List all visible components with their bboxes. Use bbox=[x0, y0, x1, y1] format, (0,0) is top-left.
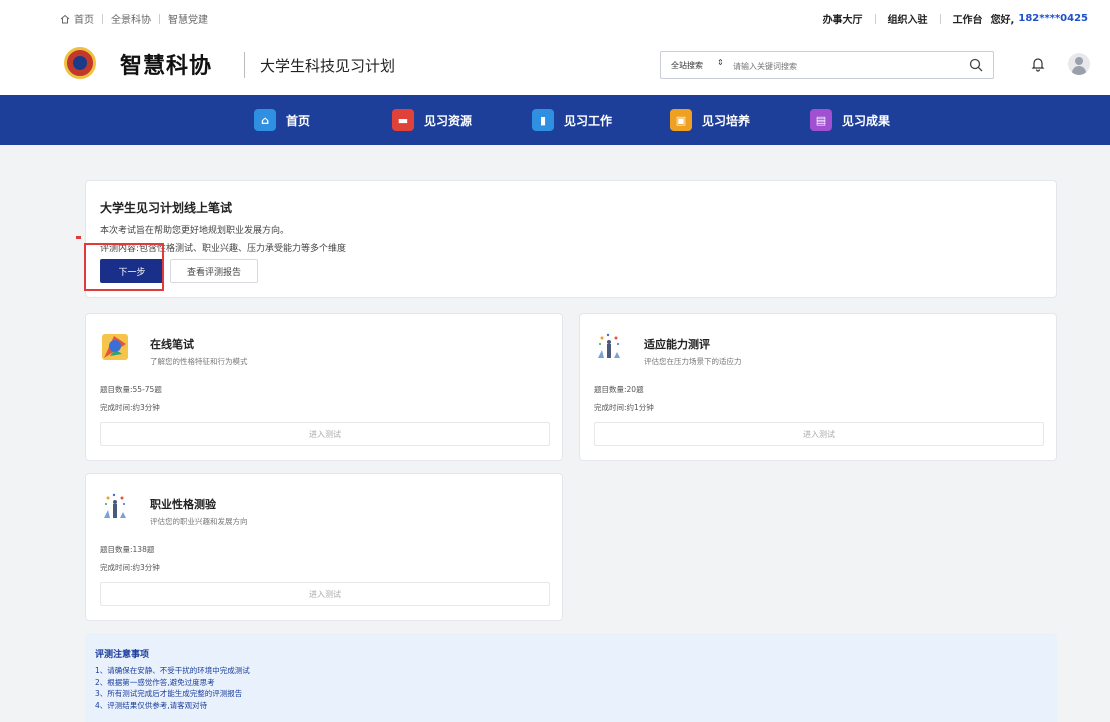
completion-time: 完成时间:约1分钟 bbox=[594, 403, 654, 412]
search-input[interactable] bbox=[733, 57, 953, 75]
top-link-home[interactable]: 首页 bbox=[74, 11, 94, 26]
top-link-service-hall[interactable]: 办事大厅 bbox=[823, 11, 863, 26]
nav-item-label: 见习培养 bbox=[702, 113, 751, 128]
bell-icon[interactable] bbox=[1030, 56, 1046, 72]
user-phone[interactable]: 182****0425 bbox=[1018, 13, 1088, 24]
top-utility-bar: 首页 全景科协 智慧党建 办事大厅 组织入驻 工作台 您好, 182****04… bbox=[0, 0, 1110, 34]
list-item: 3、所有测试完成后才能生成完整的评测报告 bbox=[95, 689, 243, 698]
highlight-box bbox=[84, 243, 164, 291]
test-card-adaptability: 适应能力测评 评估您在压力场景下的适应力 题目数量:20题 完成时间:约1分钟 … bbox=[579, 313, 1057, 461]
nav-item-label: 首页 bbox=[286, 113, 311, 128]
list-item: 4、评测结果仅供参考,请客观对待 bbox=[95, 700, 208, 710]
people-illustration-icon bbox=[104, 493, 126, 518]
test-description: 了解您的性格特征和行为模式 bbox=[150, 357, 248, 366]
divider bbox=[244, 52, 245, 78]
completion-time: 完成时间:约3分钟 bbox=[100, 563, 160, 572]
question-count: 题目数量:20题 bbox=[594, 385, 644, 394]
site-header: 智慧科协 大学生科技见习计划 全站搜索 ⇕ bbox=[0, 34, 1110, 95]
nav-item-label: 见习工作 bbox=[564, 113, 613, 128]
test-description: 评估您的职业兴趣和发展方向 bbox=[150, 517, 248, 526]
clipboard-icon: ▣ bbox=[670, 109, 692, 131]
question-count: 题目数量:138题 bbox=[100, 545, 155, 554]
test-name: 在线笔试 bbox=[150, 338, 194, 351]
site-subtitle: 大学生科技见习计划 bbox=[260, 57, 396, 75]
main-nav: ⌂ 首页 ▬ 见习资源 ▮ 见习工作 ▣ 见习培养 ▤ 见习成果 bbox=[0, 95, 1110, 145]
nav-item-label: 见习成果 bbox=[842, 113, 891, 128]
test-description: 评估您在压力场景下的适应力 bbox=[644, 357, 742, 366]
search-scope-select[interactable]: 全站搜索 bbox=[671, 60, 703, 71]
search-icon[interactable] bbox=[969, 58, 983, 72]
divider bbox=[939, 13, 941, 24]
nav-item-home[interactable]: ⌂ 首页 bbox=[254, 108, 310, 132]
nav-item-results[interactable]: ▤ 见习成果 bbox=[810, 108, 890, 132]
notes-list: 1、请确保在安静、不受干扰的环境中完成测试 2、根据第一感觉作答,避免过度思考 … bbox=[95, 665, 250, 711]
test-name: 适应能力测评 bbox=[644, 338, 710, 351]
top-link-panorama[interactable]: 全景科协 bbox=[111, 11, 151, 26]
highlight-marker bbox=[76, 236, 81, 239]
completion-time: 完成时间:约3分钟 bbox=[100, 403, 160, 412]
view-report-button[interactable]: 查看评测报告 bbox=[170, 259, 258, 283]
home-icon bbox=[60, 14, 70, 23]
top-link-party[interactable]: 智慧党建 bbox=[168, 11, 208, 26]
test-name: 职业性格测验 bbox=[150, 498, 216, 511]
nav-item-resources[interactable]: ▬ 见习资源 bbox=[392, 108, 472, 132]
notes-panel: 评测注意事项 1、请确保在安静、不受干扰的环境中完成测试 2、根据第一感觉作答,… bbox=[85, 633, 1057, 722]
top-right-links: 办事大厅 组织入驻 工作台 您好, 182****0425 bbox=[823, 11, 1088, 26]
test-card-career-personality: 职业性格测验 评估您的职业兴趣和发展方向 题目数量:138题 完成时间:约3分钟… bbox=[85, 473, 563, 621]
list-item: 1、请确保在安静、不受干扰的环境中完成测试 bbox=[95, 666, 250, 675]
chart-icon: ▮ bbox=[532, 109, 554, 131]
enter-test-button[interactable]: 进入测试 bbox=[100, 582, 550, 606]
enter-test-button[interactable]: 进入测试 bbox=[100, 422, 550, 446]
nav-item-work[interactable]: ▮ 见习工作 bbox=[532, 108, 612, 132]
logo-icon[interactable] bbox=[64, 47, 96, 79]
divider bbox=[874, 13, 876, 24]
exam-description: 本次考试旨在帮助您更好地规划职业发展方向。 bbox=[100, 226, 290, 236]
top-links: 首页 全景科协 智慧党建 bbox=[60, 11, 208, 26]
divider bbox=[159, 13, 160, 24]
avatar[interactable] bbox=[1068, 53, 1090, 75]
list-item: 2、根据第一感觉作答,避免过度思考 bbox=[95, 677, 215, 687]
notes-title: 评测注意事项 bbox=[95, 650, 150, 660]
question-count: 题目数量:55-75题 bbox=[100, 385, 162, 394]
car-icon: ▬ bbox=[392, 109, 414, 131]
nav-item-training[interactable]: ▣ 见习培养 bbox=[670, 108, 750, 132]
people-illustration-icon bbox=[598, 333, 620, 358]
brand-title[interactable]: 智慧科协 bbox=[120, 48, 212, 80]
exam-intro-card: 大学生见习计划线上笔试 本次考试旨在帮助您更好地规划职业发展方向。 评测内容:包… bbox=[85, 180, 1057, 298]
exam-title: 大学生见习计划线上笔试 bbox=[100, 201, 233, 215]
test-card-online-exam: 在线笔试 了解您的性格特征和行为模式 题目数量:55-75题 完成时间:约3分钟… bbox=[85, 313, 563, 461]
search-box: 全站搜索 ⇕ bbox=[660, 51, 994, 79]
top-link-workbench[interactable]: 工作台 bbox=[953, 11, 983, 26]
sort-caret-icon[interactable]: ⇕ bbox=[717, 58, 724, 67]
enter-test-button[interactable]: 进入测试 bbox=[594, 422, 1044, 446]
document-icon: ▤ bbox=[810, 109, 832, 131]
profile-art-icon bbox=[102, 334, 128, 360]
nav-item-label: 见习资源 bbox=[424, 113, 473, 128]
divider bbox=[102, 13, 103, 24]
greeting: 您好, bbox=[990, 15, 1015, 26]
home-icon: ⌂ bbox=[254, 109, 276, 131]
top-link-org-join[interactable]: 组织入驻 bbox=[888, 11, 928, 26]
